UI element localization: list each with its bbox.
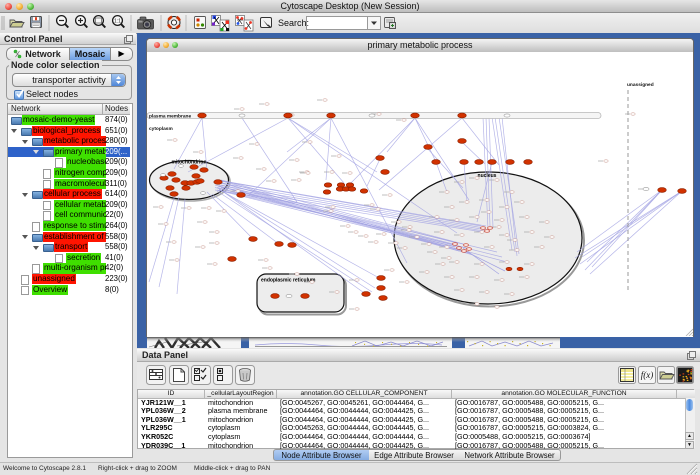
svg-text:cytoplasm: cytoplasm (149, 126, 173, 132)
svg-text:endoplasmic reticulum: endoplasmic reticulum (261, 278, 316, 284)
svg-text:plasma membrane: plasma membrane (149, 114, 191, 120)
svg-text:nucleus: nucleus (478, 173, 497, 179)
svg-text:unassigned: unassigned (627, 82, 654, 88)
svg-text:mitochondrion: mitochondrion (172, 160, 207, 166)
svg-text:1:1: 1:1 (114, 19, 121, 25)
svg-text:f(x): f(x) (641, 370, 654, 380)
